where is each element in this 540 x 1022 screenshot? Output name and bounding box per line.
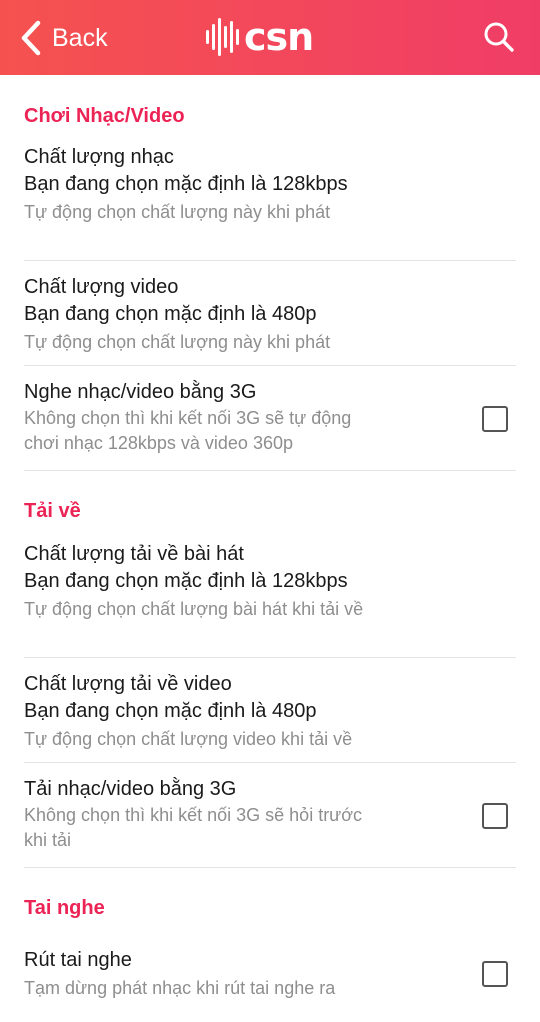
setting-title: Rút tai nghe [24, 949, 132, 971]
search-button[interactable] [482, 20, 516, 54]
section-title-play: Chơi Nhạc/Video [24, 105, 185, 127]
soundwave-icon [206, 14, 242, 60]
setting-title: Chất lượng tải về video [24, 673, 232, 695]
setting-description-line1: Không chọn thì khi kết nối 3G sẽ tự động [24, 408, 352, 428]
search-icon [484, 22, 514, 52]
setting-title: Chất lượng nhạc [24, 146, 174, 168]
play-3g-checkbox[interactable] [482, 406, 508, 432]
setting-description-line1: Không chọn thì khi kết nối 3G sẽ hỏi trư… [24, 805, 363, 825]
setting-description-line2: chơi nhạc 128kbps và video 360p [24, 433, 293, 453]
setting-description: Tự động chọn chất lượng này khi phát [24, 202, 331, 222]
setting-title: Tải nhạc/video bằng 3G [24, 778, 237, 800]
setting-title: Chất lượng tải về bài hát [24, 543, 244, 565]
setting-description: Tự động chọn chất lượng này khi phát [24, 332, 331, 352]
setting-value: Bạn đang chọn mặc định là 480p [24, 700, 317, 722]
settings-list: Chơi Nhạc/Video Chất lượng nhạc Bạn đang… [0, 75, 540, 1022]
back-button[interactable]: Back [20, 20, 108, 56]
setting-video-quality[interactable]: Chất lượng video Bạn đang chọn mặc định … [24, 261, 516, 366]
section-title-headphones: Tai nghe [24, 897, 105, 919]
chevron-left-icon [21, 20, 41, 56]
app-header: Back csn [0, 0, 540, 75]
setting-title: Nghe nhạc/video bằng 3G [24, 381, 257, 403]
setting-play-3g: Nghe nhạc/video bằng 3G Không chọn thì k… [24, 366, 516, 471]
setting-music-quality[interactable]: Chất lượng nhạc Bạn đang chọn mặc định l… [24, 130, 516, 261]
setting-description: Tự động chọn chất lượng bài hát khi tải … [24, 599, 364, 619]
unplug-headphones-checkbox[interactable] [482, 961, 508, 987]
setting-download-3g: Tải nhạc/video bằng 3G Không chọn thì kh… [24, 763, 516, 868]
back-label: Back [52, 24, 108, 52]
setting-download-song-quality[interactable]: Chất lượng tải về bài hát Bạn đang chọn … [24, 525, 516, 658]
logo-text: csn [244, 15, 314, 59]
setting-value: Bạn đang chọn mặc định là 480p [24, 303, 317, 325]
setting-description: Tự động chọn chất lượng video khi tải về [24, 729, 353, 749]
setting-title: Chất lượng video [24, 276, 179, 298]
setting-description: Tạm dừng phát nhạc khi rút tai nghe ra [24, 978, 336, 998]
download-3g-checkbox[interactable] [482, 803, 508, 829]
setting-value: Bạn đang chọn mặc định là 128kbps [24, 173, 348, 195]
section-title-download: Tải về [24, 500, 81, 522]
csn-logo: csn [206, 14, 336, 60]
setting-unplug-headphones: Rút tai nghe Tạm dừng phát nhạc khi rút … [24, 922, 516, 1022]
setting-description-line2: khi tải [24, 830, 72, 850]
setting-download-video-quality[interactable]: Chất lượng tải về video Bạn đang chọn mặ… [24, 658, 516, 763]
setting-value: Bạn đang chọn mặc định là 128kbps [24, 570, 348, 592]
